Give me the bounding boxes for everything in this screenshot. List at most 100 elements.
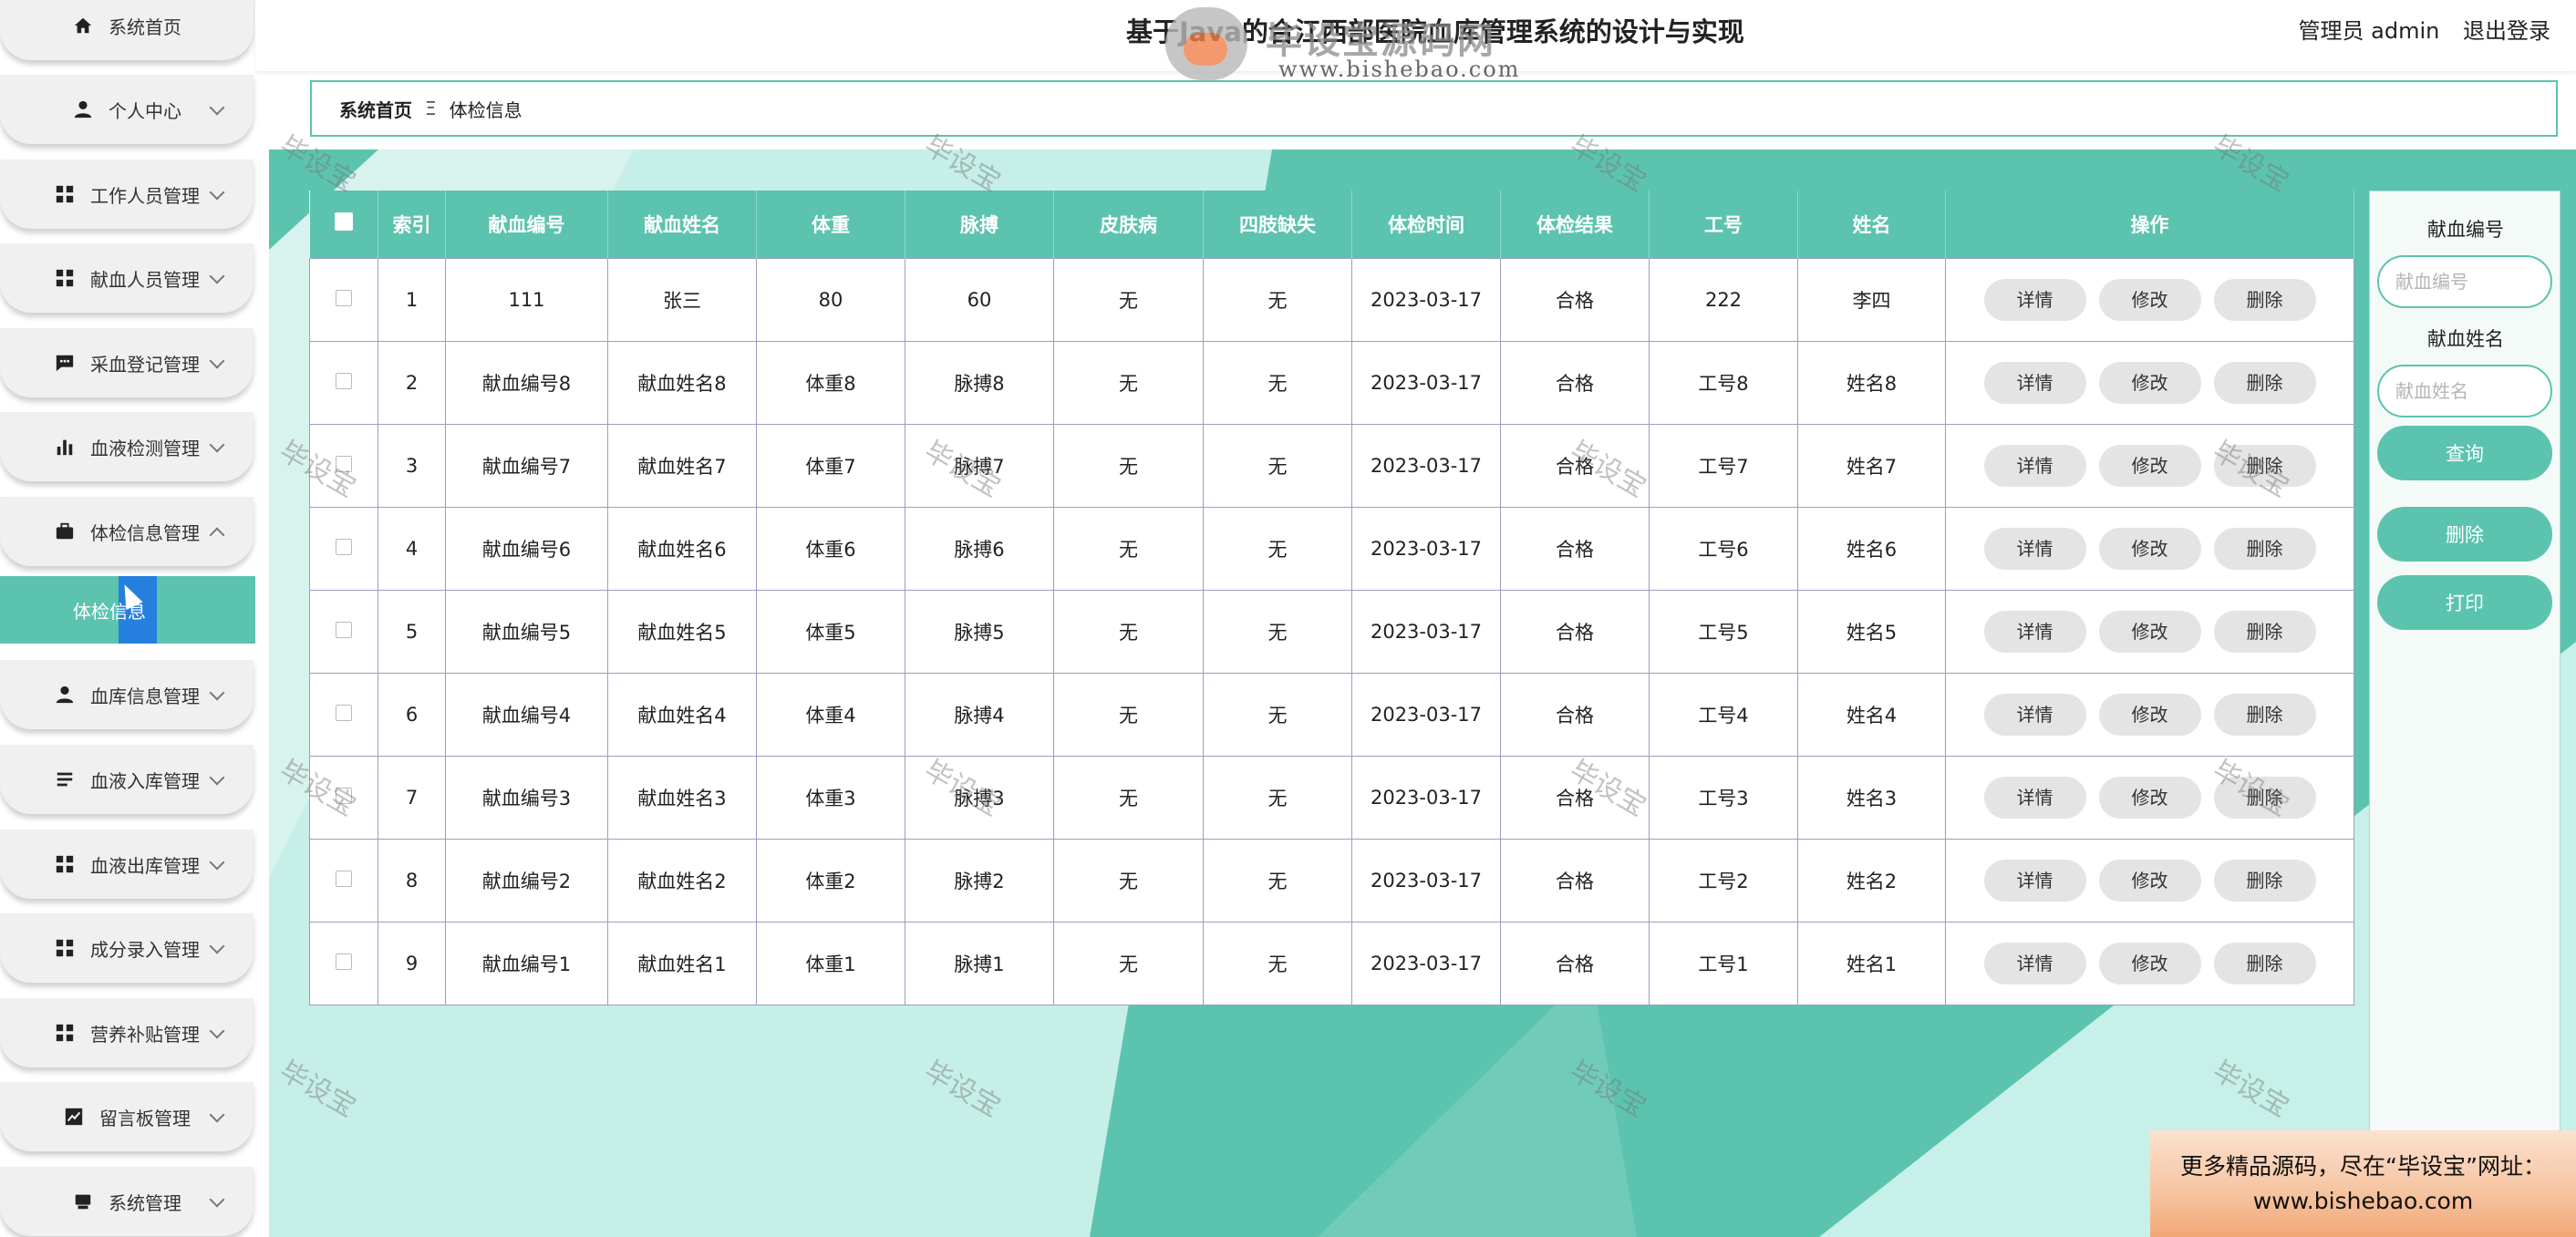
table-cell: 合格 xyxy=(1500,257,1650,342)
row-checkbox[interactable] xyxy=(336,704,352,721)
delete-button[interactable]: 删除 xyxy=(2213,942,2316,984)
delete-button[interactable]: 删除 xyxy=(2213,693,2316,736)
detail-button[interactable]: 详情 xyxy=(1983,776,2086,819)
sidebar-item-label: 个人中心 xyxy=(109,99,181,122)
row-checkbox[interactable] xyxy=(336,289,352,306)
table-cell: 工号3 xyxy=(1649,755,1798,840)
table-cell: 2023-03-17 xyxy=(1351,506,1501,591)
table-cell: 体重6 xyxy=(756,506,905,591)
sidebar-item-10[interactable]: 血液出库管理 xyxy=(0,830,253,899)
delete-button[interactable]: 删除 xyxy=(2213,527,2316,570)
table-cell: 姓名8 xyxy=(1797,340,1946,425)
grid-icon xyxy=(54,853,76,875)
sidebar-item-5[interactable]: 采血登记管理 xyxy=(0,328,253,397)
detail-button[interactable]: 详情 xyxy=(1983,278,2086,321)
row-actions-cell: 详情 修改 删除 xyxy=(1945,589,2354,674)
sidebar-item-12[interactable]: 营养补贴管理 xyxy=(0,998,253,1067)
sidebar-item-label: 工作人员管理 xyxy=(90,184,200,207)
logout-link[interactable]: 退出登录 xyxy=(2463,18,2550,44)
sidebar-item-label: 血液检测管理 xyxy=(90,437,200,459)
delete-button[interactable]: 删除 xyxy=(2213,444,2316,487)
detail-button[interactable]: 详情 xyxy=(1983,942,2086,984)
detail-button[interactable]: 详情 xyxy=(1983,527,2086,570)
table-cell: 合格 xyxy=(1500,423,1650,508)
edit-button[interactable]: 修改 xyxy=(2098,942,2201,984)
sidebar-item-9[interactable]: 血液入库管理 xyxy=(0,745,253,814)
table-cell: 2023-03-17 xyxy=(1351,340,1501,425)
sidebar-item-13[interactable]: 留言板管理 xyxy=(0,1082,253,1151)
grid-icon xyxy=(54,1022,76,1044)
table-cell: 2023-03-17 xyxy=(1351,672,1501,757)
query-button[interactable]: 查询 xyxy=(2377,426,2552,480)
table-cell: 2023-03-17 xyxy=(1351,921,1501,1005)
table-cell: 无 xyxy=(1053,423,1204,508)
select-all-cell xyxy=(309,191,378,258)
row-select-cell xyxy=(309,340,378,425)
column-header: 体检结果 xyxy=(1500,191,1650,258)
sidebar-item-label: 系统首页 xyxy=(109,15,181,38)
edit-button[interactable]: 修改 xyxy=(2098,776,2201,819)
table-cell: 姓名5 xyxy=(1797,589,1946,674)
bar-chart-icon xyxy=(54,436,76,458)
table-cell: 脉搏5 xyxy=(905,589,1054,674)
detail-button[interactable]: 详情 xyxy=(1983,444,2086,487)
row-checkbox[interactable] xyxy=(336,455,352,472)
edit-button[interactable]: 修改 xyxy=(2098,693,2201,736)
row-checkbox[interactable] xyxy=(336,538,352,555)
table-cell: 献血编号4 xyxy=(445,672,608,757)
row-select-cell xyxy=(309,672,378,757)
column-header: 操作 xyxy=(1945,191,2354,258)
sidebar-item-3[interactable]: 工作人员管理 xyxy=(0,160,253,229)
row-checkbox[interactable] xyxy=(336,870,352,887)
row-checkbox[interactable] xyxy=(336,621,352,638)
select-all-checkbox[interactable] xyxy=(334,212,353,232)
sidebar-item-label: 血液出库管理 xyxy=(90,854,200,877)
column-header: 索引 xyxy=(378,191,446,258)
batch-delete-button[interactable]: 删除 xyxy=(2377,507,2552,562)
table-cell: 80 xyxy=(756,257,905,342)
print-button[interactable]: 打印 xyxy=(2377,575,2552,630)
breadcrumb-home[interactable]: 系统首页 xyxy=(339,96,412,122)
row-checkbox[interactable] xyxy=(336,787,352,804)
detail-button[interactable]: 详情 xyxy=(1983,361,2086,404)
edit-button[interactable]: 修改 xyxy=(2098,859,2201,902)
sidebar-item-14[interactable]: 系统管理 xyxy=(0,1167,253,1236)
row-checkbox[interactable] xyxy=(336,372,352,389)
row-actions-cell: 详情 修改 删除 xyxy=(1945,340,2354,425)
table-cell: 献血编号5 xyxy=(445,589,608,674)
delete-button[interactable]: 删除 xyxy=(2213,610,2316,653)
table-row: 6 献血编号4 献血姓名4 体重4 脉搏4 无无 2023-03-17 合格 工号4 姓名4 详情修… xyxy=(309,672,2354,757)
donor-name-input[interactable] xyxy=(2377,365,2552,417)
table-cell: 姓名4 xyxy=(1797,672,1946,757)
table-cell: 姓名2 xyxy=(1797,838,1946,923)
detail-button[interactable]: 详情 xyxy=(1983,693,2086,736)
donor-id-input[interactable] xyxy=(2377,255,2552,308)
sidebar-item-label: 血库信息管理 xyxy=(90,685,200,707)
sidebar: 体检信息 系统首页 个人中心 工作人员管理 献血人员管理 采血登记管理 血液检测管理 体检信… xyxy=(0,0,255,1237)
edit-button[interactable]: 修改 xyxy=(2098,527,2201,570)
edit-button[interactable]: 修改 xyxy=(2098,444,2201,487)
table-cell: 献血姓名7 xyxy=(607,423,757,508)
sidebar-item-4[interactable]: 献血人员管理 xyxy=(0,243,253,313)
edit-button[interactable]: 修改 xyxy=(2098,610,2201,653)
chevron-down-icon xyxy=(209,184,225,201)
detail-button[interactable]: 详情 xyxy=(1983,610,2086,653)
row-select-cell xyxy=(309,423,378,508)
sidebar-item-8[interactable]: 血库信息管理 xyxy=(0,660,253,729)
row-checkbox[interactable] xyxy=(336,953,352,970)
delete-button[interactable]: 删除 xyxy=(2213,776,2316,819)
sidebar-item-2[interactable]: 个人中心 xyxy=(0,75,253,144)
delete-button[interactable]: 删除 xyxy=(2213,361,2316,404)
delete-button[interactable]: 删除 xyxy=(2213,859,2316,902)
table-cell: 工号7 xyxy=(1649,423,1798,508)
edit-button[interactable]: 修改 xyxy=(2098,278,2201,321)
sidebar-item-6[interactable]: 血液检测管理 xyxy=(0,412,253,481)
delete-button[interactable]: 删除 xyxy=(2213,278,2316,321)
sidebar-item-1[interactable]: 系统首页 xyxy=(0,0,253,60)
chevron-down-icon xyxy=(209,1023,225,1039)
sidebar-item-7[interactable]: 体检信息管理 xyxy=(0,497,253,566)
detail-button[interactable]: 详情 xyxy=(1983,859,2086,902)
table-row: 2 献血编号8 献血姓名8 体重8 脉搏8 无无 2023-03-17 合格 工号8 姓名8 详情修… xyxy=(309,340,2354,425)
edit-button[interactable]: 修改 xyxy=(2098,361,2201,404)
sidebar-item-11[interactable]: 成分录入管理 xyxy=(0,913,253,983)
